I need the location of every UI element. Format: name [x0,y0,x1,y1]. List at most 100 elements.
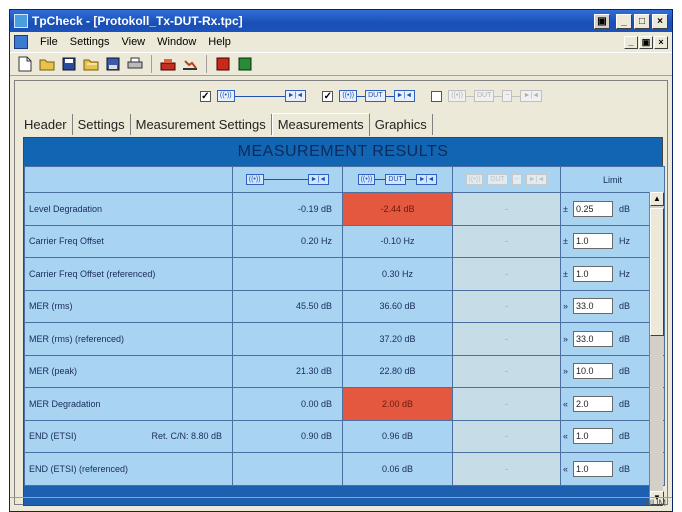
value-tx-dut-rx: 2.00 dB [342,387,453,421]
tx-icon: ((•)) [216,90,235,102]
measurement-name: MER (peak) [24,354,233,388]
stop-icon[interactable] [181,55,199,73]
value-tx-dut-channel-rx: - [452,452,561,486]
measurement-name: MER (rms) (referenced) [24,322,233,356]
limit-input[interactable]: 1.0 [573,233,613,250]
value-tx-dut-channel-rx: - [452,387,561,421]
signal-chain-config: ✓ ((•)) ►|◄ ✓ ((•)) DUT ►|◄ ((•)) DUT ~ [15,81,667,111]
save-as-icon[interactable] [104,55,122,73]
minimize-button[interactable]: _ [616,13,632,29]
num-lock-indicator: NUM [645,498,667,508]
measure-icon[interactable] [159,55,177,73]
limit-unit: Hz [619,236,630,247]
menu-help[interactable]: Help [202,34,237,50]
limit-operator: ± [563,268,568,279]
record-icon[interactable] [214,55,232,73]
print-icon[interactable] [126,55,144,73]
toolbar [10,52,672,76]
limit-unit: dB [619,398,631,409]
menu-bar: File Settings View Window Help _ ▣ × [10,32,672,52]
doc-minimize-button[interactable]: _ [624,35,638,49]
limit-input[interactable]: 1.0 [573,460,613,477]
measurement-name: MER Degradation [24,387,233,421]
limit-operator: » [563,333,569,344]
open-folder-icon[interactable] [82,55,100,73]
app-menu-button[interactable]: ▣ [594,13,610,29]
save-icon[interactable] [60,55,78,73]
title-bar[interactable]: TpCheck - [Protokoll_Tx-DUT-Rx.tpc] ▣ _ … [10,10,672,32]
value-tx-dut-rx: 0.30 Hz [342,257,453,291]
tab-measurement-settings[interactable]: Measurement Settings [131,114,272,135]
maximize-button[interactable]: □ [634,13,650,29]
table-row: MER (rms) (referenced) 37.20 dB -» 33.0 dB [24,322,665,356]
new-icon[interactable] [16,55,34,73]
limit-input[interactable]: 33.0 [573,330,613,347]
value-tx-dut-rx: 0.96 dB [342,419,453,453]
value-tx-rx: 0.90 dB [232,419,343,453]
play-icon[interactable] [236,55,254,73]
dut-icon: DUT [473,90,495,102]
limit-input[interactable]: 2.0 [573,395,613,412]
tab-graphics[interactable]: Graphics [370,114,433,135]
channel-icon: ~ [502,90,513,102]
tab-measurements[interactable]: Measurements [271,113,370,136]
tx-icon: ((•)) [339,90,358,102]
limit-input[interactable]: 0.25 [573,200,613,217]
reference-note: Ret. C/N: 8.80 dB [151,431,222,442]
value-tx-dut-rx: -0.10 Hz [342,224,453,258]
open-icon[interactable] [38,55,56,73]
value-tx-dut-rx: 36.60 dB [342,289,453,323]
value-tx-rx: 21.30 dB [232,354,343,388]
vertical-scrollbar[interactable]: ▲ ▼ [649,192,664,505]
doc-restore-button[interactable]: ▣ [639,35,653,49]
menu-window[interactable]: Window [151,34,202,50]
measurement-name: Carrier Freq Offset [24,224,233,258]
value-tx-rx: -0.19 dB [232,192,343,226]
value-tx-dut-rx: -2.44 dB [342,192,453,226]
header-tx-dut-channel-rx: ((•)) DUT ~ ►|◄ [452,166,561,193]
chain2-checkbox[interactable]: ✓ [322,90,334,102]
limit-input[interactable]: 1.0 [573,428,613,445]
chain1-checkbox[interactable]: ✓ [199,90,211,102]
chain3-checkbox[interactable] [431,90,443,102]
limit-input[interactable]: 10.0 [573,363,613,380]
header-tx-rx: ((•)) ►|◄ [232,166,343,193]
results-panel: MEASUREMENT RESULTS ((•)) ►|◄ ((•)) DUT ►|◄ [23,137,665,506]
rx-icon: ►|◄ [284,90,307,102]
menu-file[interactable]: File [34,34,64,50]
value-tx-dut-channel-rx: - [452,354,561,388]
limit-unit: dB [619,463,631,474]
results-table: ((•)) ►|◄ ((•)) DUT ►|◄ ((•)) DUT ~ ►|◄ Limit … [24,166,665,486]
tab-header[interactable]: Header [19,114,73,135]
value-tx-dut-channel-rx: - [452,224,561,258]
chain3-diagram: ((•)) DUT ~ ►|◄ [448,90,543,102]
limit-operator: « [563,431,569,442]
scroll-thumb[interactable] [650,208,664,336]
table-row: Carrier Freq Offset (referenced) 0.30 Hz -… [24,257,665,291]
document-area: ✓ ((•)) ►|◄ ✓ ((•)) DUT ►|◄ ((•)) DUT ~ [14,80,668,506]
measurement-name: END (ETSI) Ret. C/N: 8.80 dB [24,419,233,453]
doc-close-button[interactable]: × [654,35,668,49]
rx-icon: ►|◄ [393,90,416,102]
value-tx-rx [232,257,343,291]
scroll-up-button[interactable]: ▲ [650,192,664,206]
limit-unit: dB [619,333,631,344]
tx-icon: ((•)) [448,90,466,102]
limit-input[interactable]: 33.0 [573,298,613,315]
menu-view[interactable]: View [115,34,151,50]
chain2-diagram: ((•)) DUT ►|◄ [339,90,416,102]
limit-operator: ± [563,236,568,247]
measurement-name: MER (rms) [24,289,233,323]
limit-unit: Hz [619,268,630,279]
table-header-row: ((•)) ►|◄ ((•)) DUT ►|◄ ((•)) DUT ~ ►|◄ Limit [24,166,665,193]
document-icon[interactable] [14,35,28,49]
close-button[interactable]: × [652,13,668,29]
menu-settings[interactable]: Settings [64,34,116,50]
limit-operator: » [563,366,569,377]
tab-strip: Header Settings Measurement Settings Mea… [15,111,667,136]
value-tx-dut-rx: 0.06 dB [342,452,453,486]
tab-settings[interactable]: Settings [73,114,131,135]
limit-input[interactable]: 1.0 [573,265,613,282]
value-tx-rx: 45.50 dB [232,289,343,323]
limit-unit: dB [619,366,631,377]
